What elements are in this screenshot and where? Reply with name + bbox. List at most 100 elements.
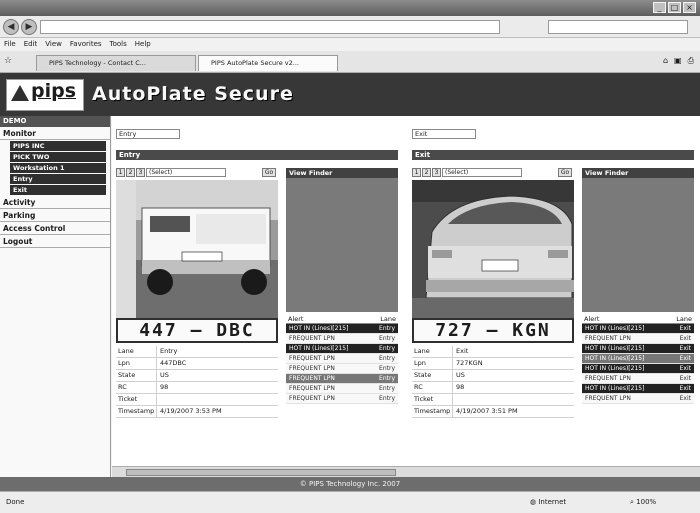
lane-entry: Entry Entry 1 2 3 (Select) Go 447 — DBC … bbox=[112, 116, 402, 466]
url-input[interactable] bbox=[40, 20, 500, 34]
menu-help[interactable]: Help bbox=[135, 38, 151, 51]
alert-row[interactable]: FREQUENT LPN Exit bbox=[582, 334, 694, 344]
sidebar-section-activity[interactable]: Activity bbox=[0, 196, 110, 209]
lane-col-header: Lane bbox=[380, 315, 396, 323]
info-row-timestamp: Timestamp 4/19/2007 3:51 PM bbox=[412, 406, 574, 418]
maximize-button[interactable]: □ bbox=[668, 2, 681, 13]
alert-row[interactable]: FREQUENT LPN Entry bbox=[286, 374, 398, 384]
alert-row[interactable]: FREQUENT LPN Entry bbox=[286, 364, 398, 374]
print-icon[interactable]: ⎙ bbox=[688, 56, 694, 66]
alert-row[interactable]: HOT IN (Lines)[215] Exit bbox=[582, 344, 694, 354]
alert-row[interactable]: FREQUENT LPN Exit bbox=[582, 374, 694, 384]
menu-tools[interactable]: Tools bbox=[110, 38, 127, 51]
camera-select[interactable]: (Select) bbox=[442, 168, 522, 177]
logo-text: pips bbox=[31, 80, 77, 102]
tab-bar: ☆ PIPS Technology - Contact C... PIPS Au… bbox=[0, 51, 700, 73]
field-label: Timestamp bbox=[414, 407, 451, 415]
horizontal-scrollbar[interactable] bbox=[112, 466, 700, 477]
back-button[interactable]: ◀ bbox=[3, 19, 19, 35]
view-finder-exit bbox=[582, 178, 694, 312]
pager-button-3[interactable]: 3 bbox=[432, 168, 441, 177]
alert-row[interactable]: HOT IN (Lines)[215] Entry bbox=[286, 344, 398, 354]
alert-row[interactable]: HOT IN (Lines)[215] Exit bbox=[582, 354, 694, 364]
tab-autoplate-secure[interactable]: PIPS AutoPlate Secure v2... bbox=[198, 55, 338, 71]
pager-button-3[interactable]: 3 bbox=[136, 168, 145, 177]
field-label: State bbox=[414, 371, 432, 379]
forward-button[interactable]: ▶ bbox=[21, 19, 37, 35]
sidebar-item-workstation-1[interactable]: Workstation 1 bbox=[10, 163, 106, 173]
field-label: Lane bbox=[118, 347, 134, 355]
sidebar-item-entry[interactable]: Entry bbox=[10, 174, 106, 184]
alert-col-header: Alert bbox=[584, 315, 600, 323]
alert-list-exit: Alert Lane HOT IN (Lines)[215] Exit FREQUE… bbox=[582, 314, 694, 404]
lane-header-entry: Entry bbox=[116, 150, 398, 160]
zoom-level[interactable]: ⌕ 100% bbox=[630, 492, 656, 512]
alert-row[interactable]: HOT IN (Lines)[215] Exit bbox=[582, 364, 694, 374]
view-finder-entry bbox=[286, 178, 398, 312]
ticket-input[interactable] bbox=[156, 394, 278, 405]
search-input[interactable] bbox=[548, 20, 688, 34]
pager-button-2[interactable]: 2 bbox=[422, 168, 431, 177]
menu-edit[interactable]: Edit bbox=[24, 38, 38, 51]
menu-view[interactable]: View bbox=[45, 38, 62, 51]
close-button[interactable]: × bbox=[683, 2, 696, 13]
camera-select[interactable]: (Select) bbox=[146, 168, 226, 177]
alert-row[interactable]: FREQUENT LPN Entry bbox=[286, 334, 398, 344]
sidebar-item-pick-two[interactable]: PICK TWO bbox=[10, 152, 106, 162]
camera-pager: 1 2 3 bbox=[412, 168, 441, 177]
sidebar-section-access-control[interactable]: Access Control bbox=[0, 222, 110, 235]
forward-arrow-icon: ▶ bbox=[25, 22, 33, 32]
alert-row[interactable]: FREQUENT LPN Entry bbox=[286, 394, 398, 404]
tab-pips-contact[interactable]: PIPS Technology - Contact C... bbox=[36, 55, 196, 71]
go-button[interactable]: Go bbox=[262, 168, 276, 177]
field-label: Lane bbox=[414, 347, 430, 355]
field-label: Ticket bbox=[118, 395, 138, 403]
license-plate-exit: 727 — KGN bbox=[412, 318, 574, 343]
alert-list-entry: Alert Lane HOT IN (Lines)[215] Entry FREQU… bbox=[286, 314, 398, 404]
feeds-icon[interactable]: ▣ bbox=[674, 56, 682, 66]
menu-favorites[interactable]: Favorites bbox=[70, 38, 102, 51]
app-footer: © PIPS Technology Inc. 2007 bbox=[0, 477, 700, 491]
alert-row[interactable]: FREQUENT LPN Entry bbox=[286, 354, 398, 364]
pager-button-2[interactable]: 2 bbox=[126, 168, 135, 177]
browser-window: { "browser": { "back_icon": "back-arrow-… bbox=[0, 0, 700, 513]
menu-bar: File Edit View Favorites Tools Help bbox=[0, 38, 700, 51]
view-finder-header: View Finder bbox=[286, 168, 398, 178]
address-bar: ◀ ▶ bbox=[0, 16, 700, 38]
field-label: State bbox=[118, 371, 136, 379]
zone-label: Internet bbox=[538, 498, 567, 506]
alert-row[interactable]: FREQUENT LPN Exit bbox=[582, 394, 694, 404]
minimize-button[interactable]: _ bbox=[653, 2, 666, 13]
alert-row[interactable]: FREQUENT LPN Entry bbox=[286, 384, 398, 394]
menu-file[interactable]: File bbox=[4, 38, 16, 51]
status-text: Done bbox=[6, 498, 25, 506]
plate-info-exit: Lane Exit Lpn 727KGN State US RC 98 Ticket T… bbox=[412, 346, 574, 418]
info-row-state: State US bbox=[412, 370, 574, 382]
sidebar-section-parking[interactable]: Parking bbox=[0, 209, 110, 222]
field-value: Entry bbox=[156, 346, 278, 357]
lane-header-exit: Exit bbox=[412, 150, 694, 160]
sidebar-item-pips-inc[interactable]: PIPS INC bbox=[10, 141, 106, 151]
lane-selector-entry[interactable]: Entry bbox=[116, 129, 180, 139]
sidebar-item-exit[interactable]: Exit bbox=[10, 185, 106, 195]
go-button[interactable]: Go bbox=[558, 168, 572, 177]
sidebar-section-logout[interactable]: Logout bbox=[0, 235, 110, 248]
lane-selector-exit[interactable]: Exit bbox=[412, 129, 476, 139]
pager-button-1[interactable]: 1 bbox=[412, 168, 421, 177]
alert-row[interactable]: HOT IN (Lines)[215] Exit bbox=[582, 384, 694, 394]
info-row-state: State US bbox=[116, 370, 278, 382]
home-icon[interactable]: ⌂ bbox=[663, 56, 668, 66]
alert-row[interactable]: HOT IN (Lines)[215] Entry bbox=[286, 324, 398, 334]
field-value: 4/19/2007 3:53 PM bbox=[156, 406, 278, 417]
scrollbar-thumb[interactable] bbox=[126, 469, 396, 476]
info-row-timestamp: Timestamp 4/19/2007 3:53 PM bbox=[116, 406, 278, 418]
ticket-input[interactable] bbox=[452, 394, 574, 405]
favorites-star-icon[interactable]: ☆ bbox=[4, 56, 12, 66]
sidebar-section-monitor[interactable]: Monitor bbox=[0, 127, 110, 140]
field-label: Timestamp bbox=[118, 407, 155, 415]
alert-row[interactable]: HOT IN (Lines)[215] Exit bbox=[582, 324, 694, 334]
info-row-ticket: Ticket bbox=[412, 394, 574, 406]
field-label: Ticket bbox=[414, 395, 434, 403]
alert-col-header: Alert bbox=[288, 315, 304, 323]
pager-button-1[interactable]: 1 bbox=[116, 168, 125, 177]
